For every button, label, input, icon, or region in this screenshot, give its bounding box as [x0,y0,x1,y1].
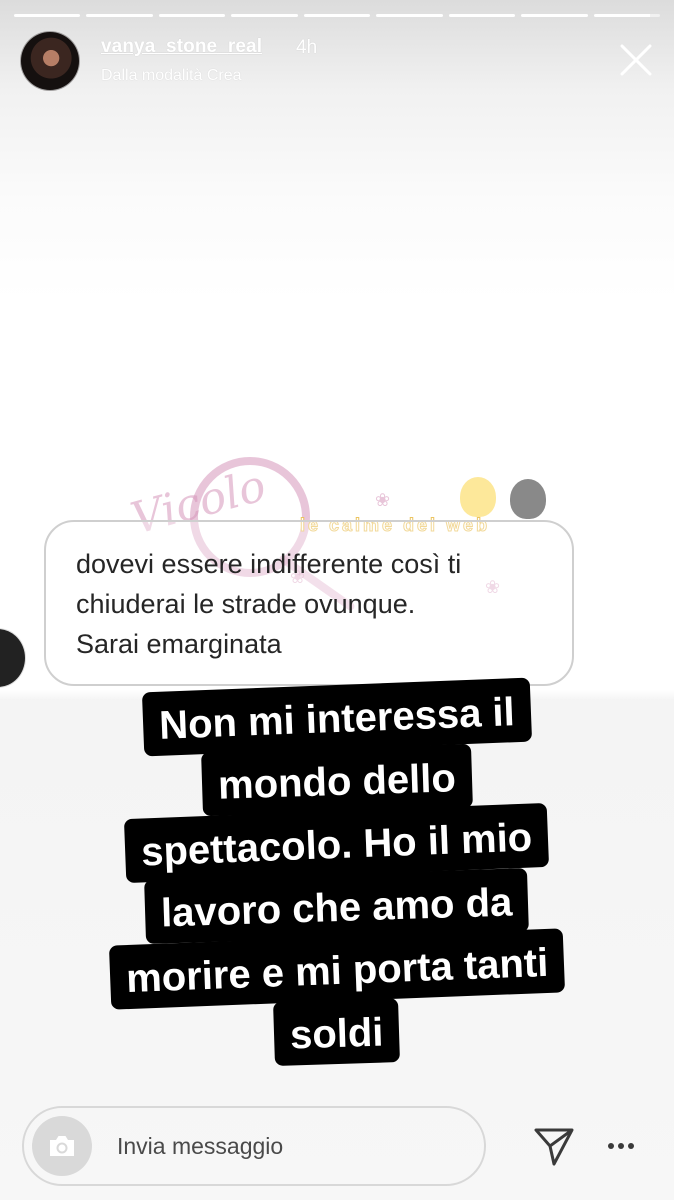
question-text: dovevi essere indifferente così ti chiud… [76,544,556,664]
watermark-face-icon [510,479,546,519]
story-header: vanya_stone_real 4h Dalla modalità Crea [20,30,654,94]
message-placeholder: Invia messaggio [117,1133,284,1159]
story-progress [14,14,660,18]
progress-segment [158,14,226,17]
avatar[interactable] [20,31,80,91]
progress-segment [376,14,443,17]
progress-segment [448,14,516,17]
question-avatar [0,628,26,688]
caption-line: mondo dello [201,743,473,817]
send-icon[interactable] [532,1124,576,1168]
question-line: dovevi essere indifferente così ti [76,549,462,579]
response-caption: Non mi interessa il mondo dello spettaco… [20,677,654,1066]
question-bubble: dovevi essere indifferente così ti chiud… [44,520,574,686]
more-icon[interactable] [606,1134,636,1158]
progress-segment [86,14,153,17]
progress-segment [521,14,588,17]
post-time: 4h [296,37,318,58]
watermark-face-icon [460,477,496,517]
question-line: Sarai emarginata [76,629,282,659]
close-icon[interactable] [618,42,654,78]
message-input[interactable]: Invia messaggio [22,1106,486,1186]
progress-segment [303,14,371,17]
progress-segment [231,14,298,17]
progress-segment [14,14,81,17]
camera-icon[interactable] [32,1116,92,1176]
progress-segment-current [593,14,660,17]
bottom-bar: Invia messaggio [0,1100,674,1200]
paw-icon: ❀ [375,490,391,510]
caption-line: Non mi interessa il [142,677,532,757]
caption-line: soldi [273,998,401,1066]
question-line: chiuderai le strade ovunque. [76,589,416,619]
username[interactable]: vanya_stone_real [101,36,262,58]
story-subtitle: Dalla modalità Crea [101,67,242,84]
